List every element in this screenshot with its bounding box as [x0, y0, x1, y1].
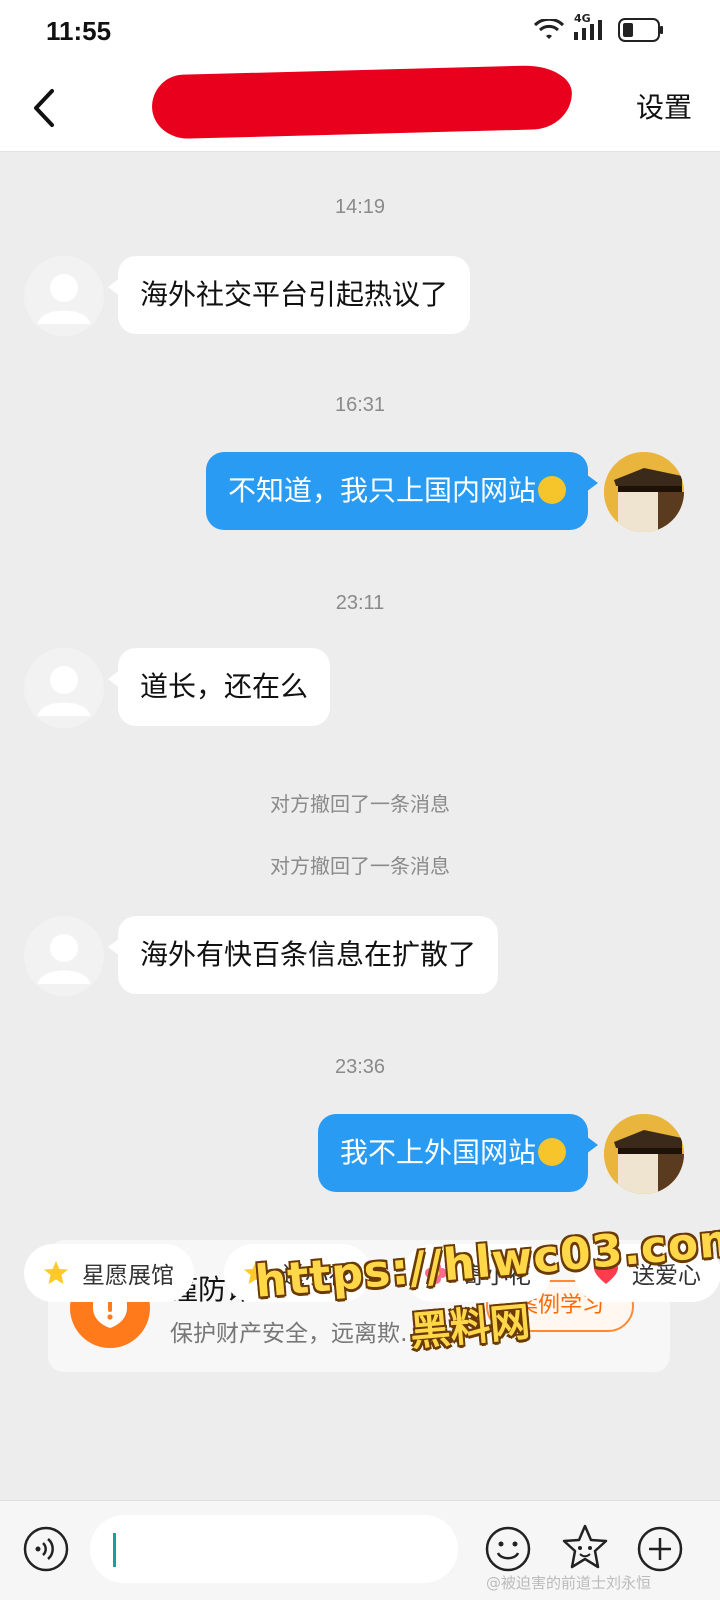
contact-avatar[interactable] — [24, 648, 104, 728]
timestamp: 23:11 — [335, 592, 385, 614]
chip-send-flower[interactable]: 送小花 — [224, 1244, 371, 1302]
default-user-icon — [38, 934, 90, 984]
back-button[interactable] — [20, 84, 68, 132]
network-type-label: 4G — [574, 12, 591, 25]
timestamp: 16:31 — [334, 394, 386, 416]
incoming-message[interactable]: 海外有快百条信息在扩散了 — [107, 916, 499, 994]
chip-send-heart[interactable]: 送爱心 — [574, 1244, 720, 1302]
default-user-icon — [38, 666, 90, 716]
heart-icon — [592, 1259, 620, 1287]
more-button[interactable] — [636, 1525, 684, 1573]
status-icons: 4G — [534, 12, 664, 42]
weibo-credit: @被迫害的前道士刘永恒 — [486, 1574, 652, 1592]
self-avatar[interactable] — [604, 1114, 684, 1194]
contact-avatar[interactable] — [24, 256, 104, 336]
star-emoji-icon — [242, 1259, 270, 1287]
chip-label: 寄小花 — [462, 1263, 531, 1289]
temple-avatar-icon — [604, 452, 684, 532]
self-avatar[interactable] — [604, 452, 684, 532]
quick-action-chips: 星愿展馆 送小花 寄小花 送爱心 — [0, 1244, 720, 1308]
wifi-icon — [534, 19, 564, 41]
anti-fraud-subtitle: 保护财产安全，远离欺… — [170, 1321, 423, 1347]
text-cursor — [113, 1533, 116, 1567]
outgoing-message-text: 不知道，我只上国内网站 — [227, 474, 536, 507]
battery-icon — [618, 18, 664, 42]
status-time: 11:55 — [46, 16, 112, 46]
timestamp: 23:36 — [334, 1056, 386, 1078]
recall-notice: 对方撤回了一条消息 — [270, 792, 450, 816]
outgoing-message-text: 我不上外国网站 — [339, 1136, 536, 1169]
chip-mail-flower[interactable]: 寄小花 — [404, 1244, 551, 1302]
status-bar: 11:55 4G — [0, 0, 720, 64]
emoji-button[interactable] — [484, 1525, 532, 1573]
favorites-button[interactable] — [560, 1523, 610, 1573]
chip-label: 送小花 — [282, 1263, 351, 1289]
outgoing-message[interactable]: 我不上外国网站 — [317, 1114, 599, 1192]
signal-icon: 4G — [574, 12, 608, 42]
incoming-message[interactable]: 道长，还在么 — [107, 648, 331, 726]
laughing-tears-emoji — [538, 1138, 566, 1166]
chevron-left-icon — [34, 89, 54, 127]
voice-button[interactable] — [22, 1525, 70, 1573]
title-bar: 设置 — [0, 64, 720, 152]
default-user-icon — [38, 274, 90, 324]
smiley-icon — [485, 1526, 531, 1572]
settings-button[interactable]: 设置 — [636, 86, 692, 126]
grinning-sweat-emoji — [538, 476, 566, 504]
redacted-contact-name — [151, 64, 573, 140]
voice-icon — [23, 1526, 69, 1572]
plus-icon — [637, 1526, 683, 1572]
recall-notice: 对方撤回了一条消息 — [270, 854, 450, 878]
chip-label: 送爱心 — [632, 1263, 701, 1289]
timestamp: 14:19 — [334, 196, 386, 218]
star-face-icon — [562, 1524, 608, 1569]
temple-avatar-icon — [604, 1114, 684, 1194]
chip-label: 星愿展馆 — [82, 1263, 174, 1289]
contact-avatar[interactable] — [24, 916, 104, 996]
outgoing-message[interactable]: 不知道，我只上国内网站 — [205, 452, 599, 530]
star-emoji-icon — [42, 1259, 70, 1287]
message-input[interactable] — [90, 1515, 458, 1583]
flower-icon — [422, 1259, 450, 1287]
chip-star-hall[interactable]: 星愿展馆 — [24, 1244, 194, 1302]
incoming-message[interactable]: 海外社交平台引起热议了 — [107, 256, 471, 334]
